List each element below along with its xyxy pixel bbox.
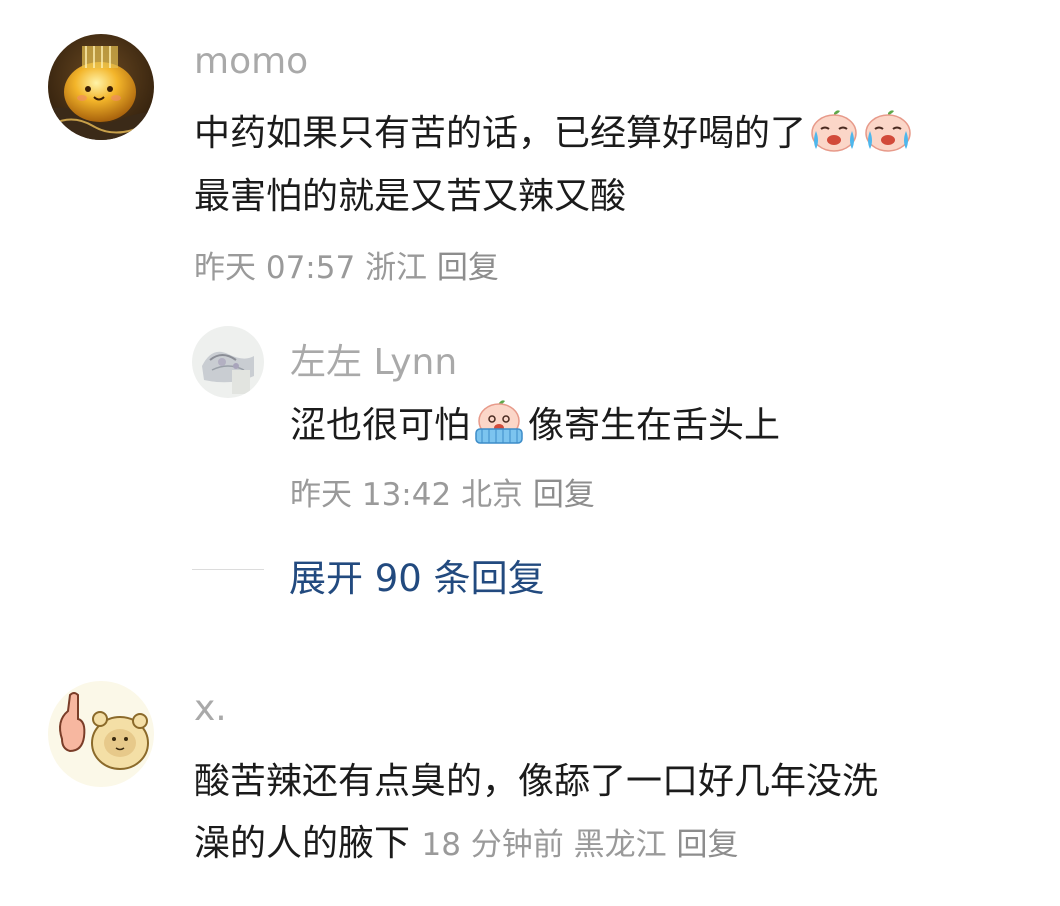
comment-text: 酸苦辣还有点臭的，像舔了一口好几年没洗	[194, 761, 879, 802]
reply-button[interactable]: 回复	[677, 827, 739, 863]
divider	[192, 569, 264, 570]
comment-location: 浙江	[365, 250, 428, 286]
reply-text-line: 涩也很可怕 像寄生在舌头上	[290, 396, 780, 454]
comment-meta: 昨天 07:57 浙江 回复	[194, 242, 499, 287]
reply-time: 昨天 13:42	[290, 477, 452, 513]
crying-face-emoji-icon	[862, 109, 914, 162]
avatar[interactable]	[48, 34, 154, 140]
avatar[interactable]	[48, 681, 154, 787]
reply-button[interactable]: 回复	[437, 250, 499, 286]
reply-text: 像寄生在舌头上	[528, 405, 781, 446]
username[interactable]: 左左 Lynn	[290, 333, 457, 385]
comment-text-line: 澡的人的腋下 18 分钟前 黑龙江 回复	[194, 814, 739, 866]
comment-text: 中药如果只有苦的话，已经算好喝的了	[194, 113, 807, 154]
reply-meta: 昨天 13:42 北京 回复	[290, 469, 595, 514]
avatar[interactable]	[192, 326, 264, 398]
comment-text: 最害怕的就是又苦又辣又酸	[194, 176, 627, 217]
crying-face-emoji-icon	[808, 109, 860, 162]
comment-text-line: 中药如果只有苦的话，已经算好喝的了	[194, 104, 914, 162]
sobbing-face-emoji-icon	[472, 399, 526, 454]
comment-meta: 18 分钟前 黑龙江 回复	[421, 827, 738, 863]
reply-location: 北京	[461, 477, 524, 513]
username[interactable]: x.	[194, 688, 227, 729]
expand-replies-button[interactable]: 展开 90 条回复	[289, 548, 545, 602]
reply-text: 涩也很可怕	[290, 405, 471, 446]
username[interactable]: momo	[194, 41, 308, 82]
reply-button[interactable]: 回复	[533, 477, 595, 513]
comment-time: 昨天 07:57	[194, 250, 356, 286]
comment-location: 黑龙江	[573, 827, 667, 863]
comment-text: 澡的人的腋下	[194, 823, 411, 864]
comment-time: 18 分钟前	[421, 827, 564, 863]
